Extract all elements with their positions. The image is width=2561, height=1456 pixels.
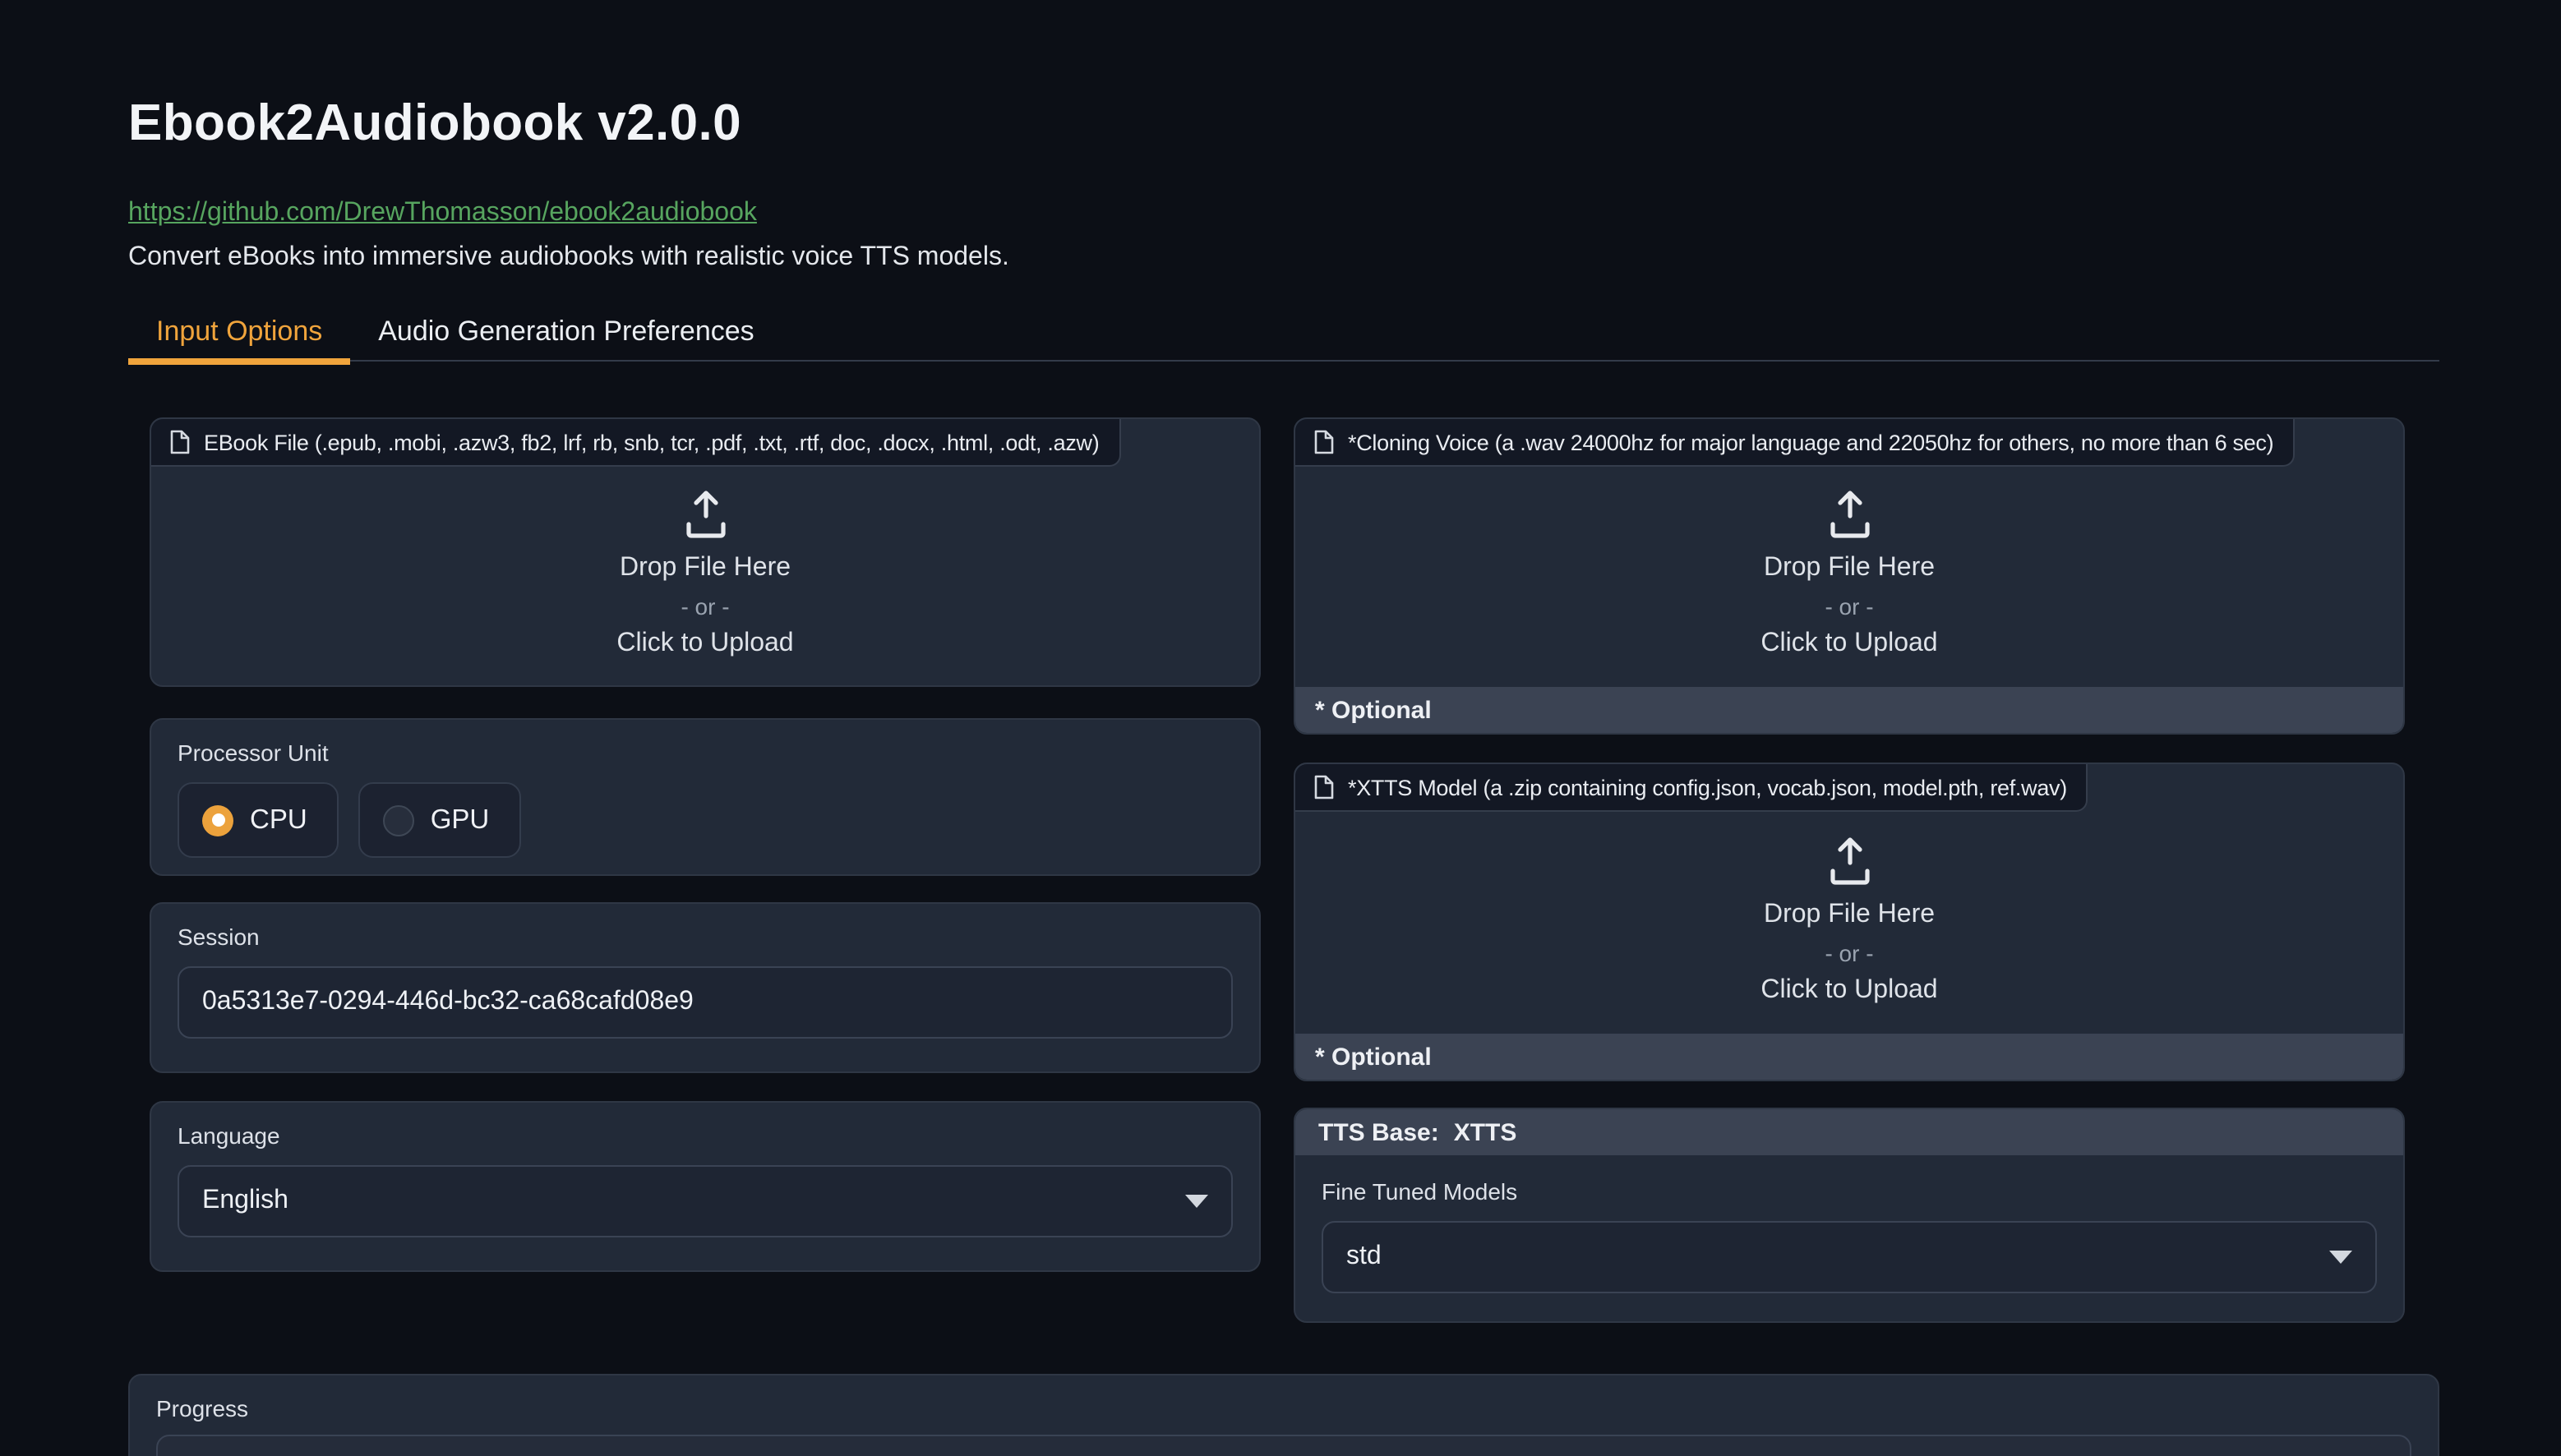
tab-bar: Input Options Audio Generation Preferenc… — [128, 317, 2439, 362]
app-description: Convert eBooks into immersive audiobooks… — [128, 243, 2433, 273]
radio-cpu-label: CPU — [250, 804, 307, 836]
xtts-model-upload: *XTTS Model (a .zip containing config.js… — [1294, 763, 2405, 1081]
or-text: - or - — [1825, 593, 1873, 620]
ebook-file-label-chip: EBook File (.epub, .mobi, .azw3, fb2, lr… — [151, 419, 1120, 467]
dropdown-caret-icon — [2329, 1251, 2352, 1264]
left-column: EBook File (.epub, .mobi, .azw3, fb2, lr… — [150, 417, 1261, 1272]
tts-base-panel: TTS Base: XTTS Fine Tuned Models std — [1294, 1108, 2405, 1323]
radio-unselected-icon — [383, 804, 414, 836]
upload-icon — [1827, 488, 1871, 539]
fine-tuned-models-value: std — [1346, 1242, 1382, 1272]
tab-audio-generation-preferences[interactable]: Audio Generation Preferences — [350, 317, 782, 360]
cloning-optional-note: * Optional — [1295, 687, 2403, 733]
cloning-voice-label-chip: *Cloning Voice (a .wav 24000hz for major… — [1295, 419, 2295, 467]
xtts-model-label-chip: *XTTS Model (a .zip containing config.js… — [1295, 764, 2088, 812]
processor-unit-label: Processor Unit — [178, 740, 1233, 766]
processor-radio-group: CPU GPU — [178, 782, 1233, 858]
github-link[interactable]: https://github.com/DrewThomasson/ebook2a… — [128, 199, 757, 228]
radio-selected-icon — [202, 804, 233, 836]
session-panel: Session 0a5313e7-0294-446d-bc32-ca68cafd… — [150, 902, 1261, 1073]
progress-panel: Progress — [128, 1374, 2439, 1456]
upload-icon — [1827, 834, 1871, 885]
main-columns: EBook File (.epub, .mobi, .azw3, fb2, lr… — [150, 417, 2405, 1323]
xtts-optional-note: * Optional — [1295, 1034, 2403, 1080]
session-label: Session — [178, 924, 1233, 950]
right-column: *Cloning Voice (a .wav 24000hz for major… — [1294, 417, 2405, 1323]
tts-base-value: XTTS — [1454, 1118, 1517, 1146]
radio-cpu[interactable]: CPU — [178, 782, 339, 858]
cloning-voice-drop-zone[interactable]: Drop File Here - or - Click to Upload — [1295, 467, 2403, 687]
session-input[interactable]: 0a5313e7-0294-446d-bc32-ca68cafd08e9 — [178, 966, 1233, 1039]
drop-file-here-text: Drop File Here — [620, 553, 791, 583]
fine-tuned-models-label: Fine Tuned Models — [1322, 1178, 2377, 1205]
radio-gpu[interactable]: GPU — [358, 782, 521, 858]
fine-tuned-models-dropdown[interactable]: std — [1322, 1221, 2377, 1293]
header: Ebook2Audiobook v2.0.0 https://github.co… — [0, 0, 2561, 273]
ebook-file-label: EBook File (.epub, .mobi, .azw3, fb2, lr… — [204, 430, 1099, 454]
cloning-voice-label: *Cloning Voice (a .wav 24000hz for major… — [1348, 430, 2273, 454]
xtts-model-label: *XTTS Model (a .zip containing config.js… — [1348, 775, 2067, 799]
file-icon — [1313, 774, 1335, 800]
ebook-drop-zone[interactable]: Drop File Here - or - Click to Upload — [151, 467, 1259, 685]
click-to-upload-text: Click to Upload — [616, 629, 793, 658]
progress-label: Progress — [156, 1395, 2411, 1421]
tts-base-label: TTS Base: — [1318, 1118, 1439, 1146]
tts-base-header: TTS Base: XTTS — [1295, 1109, 2403, 1155]
xtts-model-drop-zone[interactable]: Drop File Here - or - Click to Upload — [1295, 812, 2403, 1034]
click-to-upload-text: Click to Upload — [1760, 629, 1937, 659]
file-icon — [169, 429, 191, 455]
cloning-voice-upload: *Cloning Voice (a .wav 24000hz for major… — [1294, 417, 2405, 735]
dropdown-caret-icon — [1185, 1195, 1208, 1208]
click-to-upload-text: Click to Upload — [1760, 975, 1937, 1005]
progress-textbox[interactable] — [156, 1435, 2411, 1456]
language-label: Language — [178, 1122, 1233, 1149]
page-title: Ebook2Audiobook v2.0.0 — [128, 94, 2433, 153]
language-panel: Language English — [150, 1101, 1261, 1272]
language-dropdown[interactable]: English — [178, 1165, 1233, 1237]
ebook2audiobook-app: Ebook2Audiobook v2.0.0 https://github.co… — [0, 0, 2561, 1456]
tab-input-options[interactable]: Input Options — [128, 317, 350, 360]
or-text: - or - — [1825, 939, 1873, 965]
drop-file-here-text: Drop File Here — [1764, 900, 1935, 929]
radio-gpu-label: GPU — [431, 804, 490, 836]
file-icon — [1313, 429, 1335, 455]
upload-icon — [683, 487, 727, 538]
ebook-file-upload: EBook File (.epub, .mobi, .azw3, fb2, lr… — [150, 417, 1261, 687]
or-text: - or - — [681, 592, 729, 619]
processor-unit-panel: Processor Unit CPU GPU — [150, 718, 1261, 876]
language-dropdown-value: English — [202, 1186, 288, 1216]
drop-file-here-text: Drop File Here — [1764, 554, 1935, 583]
